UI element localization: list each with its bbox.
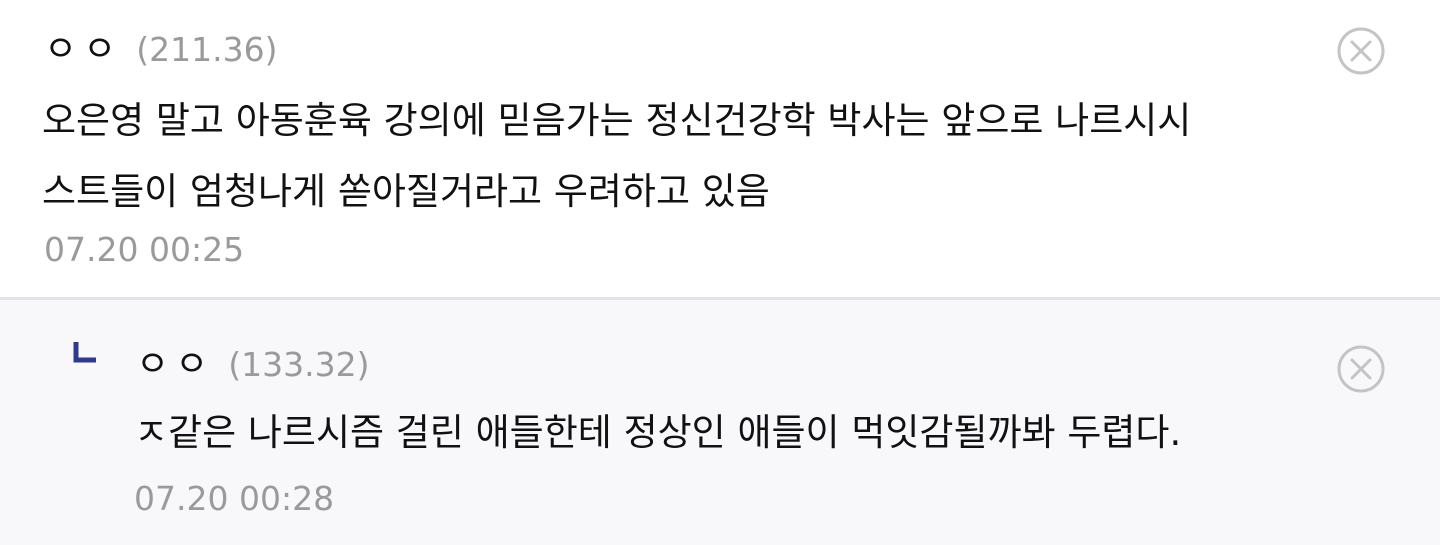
comment-header: ㅇㅇ (133.32) xyxy=(136,335,369,387)
comment-timestamp: 07.20 00:28 xyxy=(134,479,335,518)
comment-item: ㅇㅇ (211.36) 오은영 말고 아동훈육 강의에 믿음가는 정신건강학 박… xyxy=(0,0,1440,300)
comment-timestamp: 07.20 00:25 xyxy=(44,230,245,269)
reply-item: ㅇㅇ (133.32) ㅈ같은 나르시즘 걸린 애들한테 정상인 애들이 먹잇감… xyxy=(0,300,1440,545)
comment-text: ㅈ같은 나르시즘 걸린 애들한테 정상인 애들이 먹잇감될까봐 두렵다. xyxy=(134,397,1181,468)
comment-text: 오은영 말고 아동훈육 강의에 믿음가는 정신건강학 박사는 앞으로 나르시시 … xyxy=(42,85,1191,227)
comment-nickname[interactable]: ㅇㅇ xyxy=(136,335,214,387)
comment-ip: (211.36) xyxy=(136,30,278,69)
comment-ip: (133.32) xyxy=(228,345,370,384)
comment-text-line: 오은영 말고 아동훈육 강의에 믿음가는 정신건강학 박사는 앞으로 나르시시 xyxy=(42,99,1192,142)
circle-x-icon xyxy=(1337,27,1385,75)
comment-nickname[interactable]: ㅇㅇ xyxy=(44,20,122,72)
circle-x-icon xyxy=(1337,345,1385,393)
comment-text-line: ㅈ같은 나르시즘 걸린 애들한테 정상인 애들이 먹잇감될까봐 두렵다. xyxy=(134,411,1182,454)
delete-comment-button[interactable] xyxy=(1336,344,1386,394)
comment-text-line: 스트들이 엄청나게 쏟아질거라고 우려하고 있음 xyxy=(42,170,770,213)
comment-header: ㅇㅇ (211.36) xyxy=(44,20,277,72)
reply-corner-icon xyxy=(73,342,96,363)
delete-comment-button[interactable] xyxy=(1336,26,1386,76)
